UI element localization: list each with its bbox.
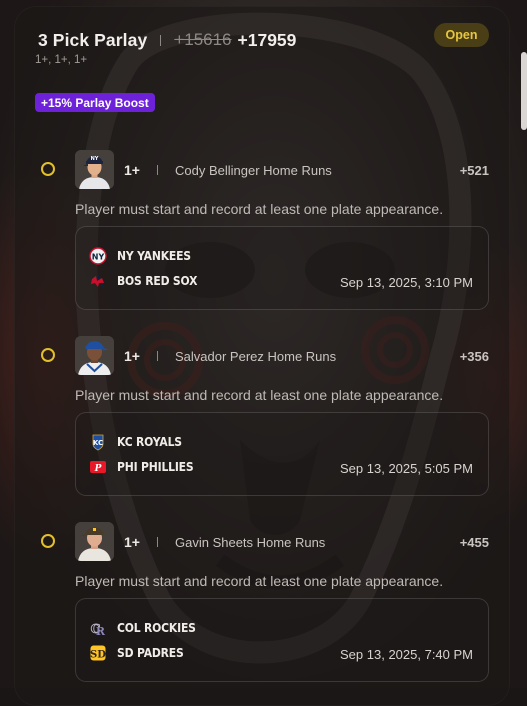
leg-line: 1+ [124, 534, 140, 550]
boosted-odds: +17959 [237, 29, 297, 50]
player-headshot [75, 336, 114, 375]
padres-logo-icon: SD [89, 644, 107, 662]
lines-summary: 1+, 1+, 1+ [35, 54, 88, 66]
original-odds: +15616 [174, 30, 232, 49]
leg-rule-text: Player must start and record at least on… [75, 201, 444, 217]
red-sox-logo-icon [89, 272, 107, 290]
game-time: Sep 13, 2025, 5:05 PM [340, 461, 473, 476]
team-name: KC ROYALS [117, 435, 182, 449]
team-row-away: NY NY YANKEES [89, 247, 199, 265]
team-row-away: KC KC ROYALS [89, 433, 189, 451]
leg-odds: +521 [459, 163, 489, 178]
team-name: BOS RED SOX [117, 274, 198, 288]
leg-separator [157, 537, 158, 547]
royals-logo-icon: KC [89, 433, 107, 451]
team-name: SD PADRES [117, 646, 184, 660]
svg-text:P: P [94, 464, 102, 474]
status-badge: Open [434, 23, 489, 47]
leg-market: Salvador Perez Home Runs [175, 349, 337, 364]
leg-odds: +356 [459, 349, 489, 364]
team-name: COL ROCKIES [117, 621, 196, 635]
game-matchup-card[interactable]: KC KC ROYALS P PHI PHILLIES Sep 13, 2025… [75, 412, 489, 496]
parlay-header: 3 Pick Parlay +15616 +17959 [38, 28, 296, 52]
rockies-logo-icon: CR [89, 619, 107, 637]
leg-separator [157, 351, 158, 361]
leg-rule-text: Player must start and record at least on… [75, 573, 444, 589]
team-row-home: P PHI PHILLIES [89, 458, 202, 476]
team-row-away: CR COL ROCKIES [89, 619, 204, 637]
team-row-home: BOS RED SOX [89, 272, 206, 290]
yankees-logo-icon: NY [89, 247, 107, 265]
leg-market: Gavin Sheets Home Runs [175, 535, 326, 550]
game-time: Sep 13, 2025, 7:40 PM [340, 647, 473, 662]
parlay-boost-badge: +15% Parlay Boost [35, 93, 155, 112]
phillies-logo-icon: P [89, 458, 107, 476]
game-time: Sep 13, 2025, 3:10 PM [340, 275, 473, 290]
player-headshot [75, 522, 114, 561]
svg-text:KC: KC [93, 439, 103, 447]
svg-text:NY: NY [91, 156, 99, 162]
player-headshot: NY [75, 150, 114, 189]
svg-text:NY: NY [92, 253, 105, 262]
leg-line: 1+ [124, 162, 140, 178]
leg-line: 1+ [124, 348, 140, 364]
svg-text:SD: SD [90, 650, 106, 661]
leg-market: Cody Bellinger Home Runs [175, 163, 332, 178]
game-matchup-card[interactable]: CR COL ROCKIES SD SD PADRES Sep 13, 2025… [75, 598, 489, 682]
leg-rule-text: Player must start and record at least on… [75, 387, 444, 403]
team-name: PHI PHILLIES [117, 460, 194, 474]
svg-text:R: R [96, 625, 106, 637]
leg-status-radio[interactable] [41, 348, 55, 362]
leg-status-radio[interactable] [41, 534, 55, 548]
scrollbar[interactable] [521, 52, 527, 130]
leg-odds: +455 [459, 535, 489, 550]
leg-separator [157, 165, 158, 175]
team-name: NY YANKEES [117, 249, 191, 263]
header-separator [160, 34, 162, 46]
leg-status-radio[interactable] [41, 162, 55, 176]
parlay-title: 3 Pick Parlay [38, 29, 148, 50]
game-matchup-card[interactable]: NY NY YANKEES BOS RED SOX Sep 13, 2025, … [75, 226, 489, 310]
team-row-home: SD SD PADRES [89, 644, 191, 662]
